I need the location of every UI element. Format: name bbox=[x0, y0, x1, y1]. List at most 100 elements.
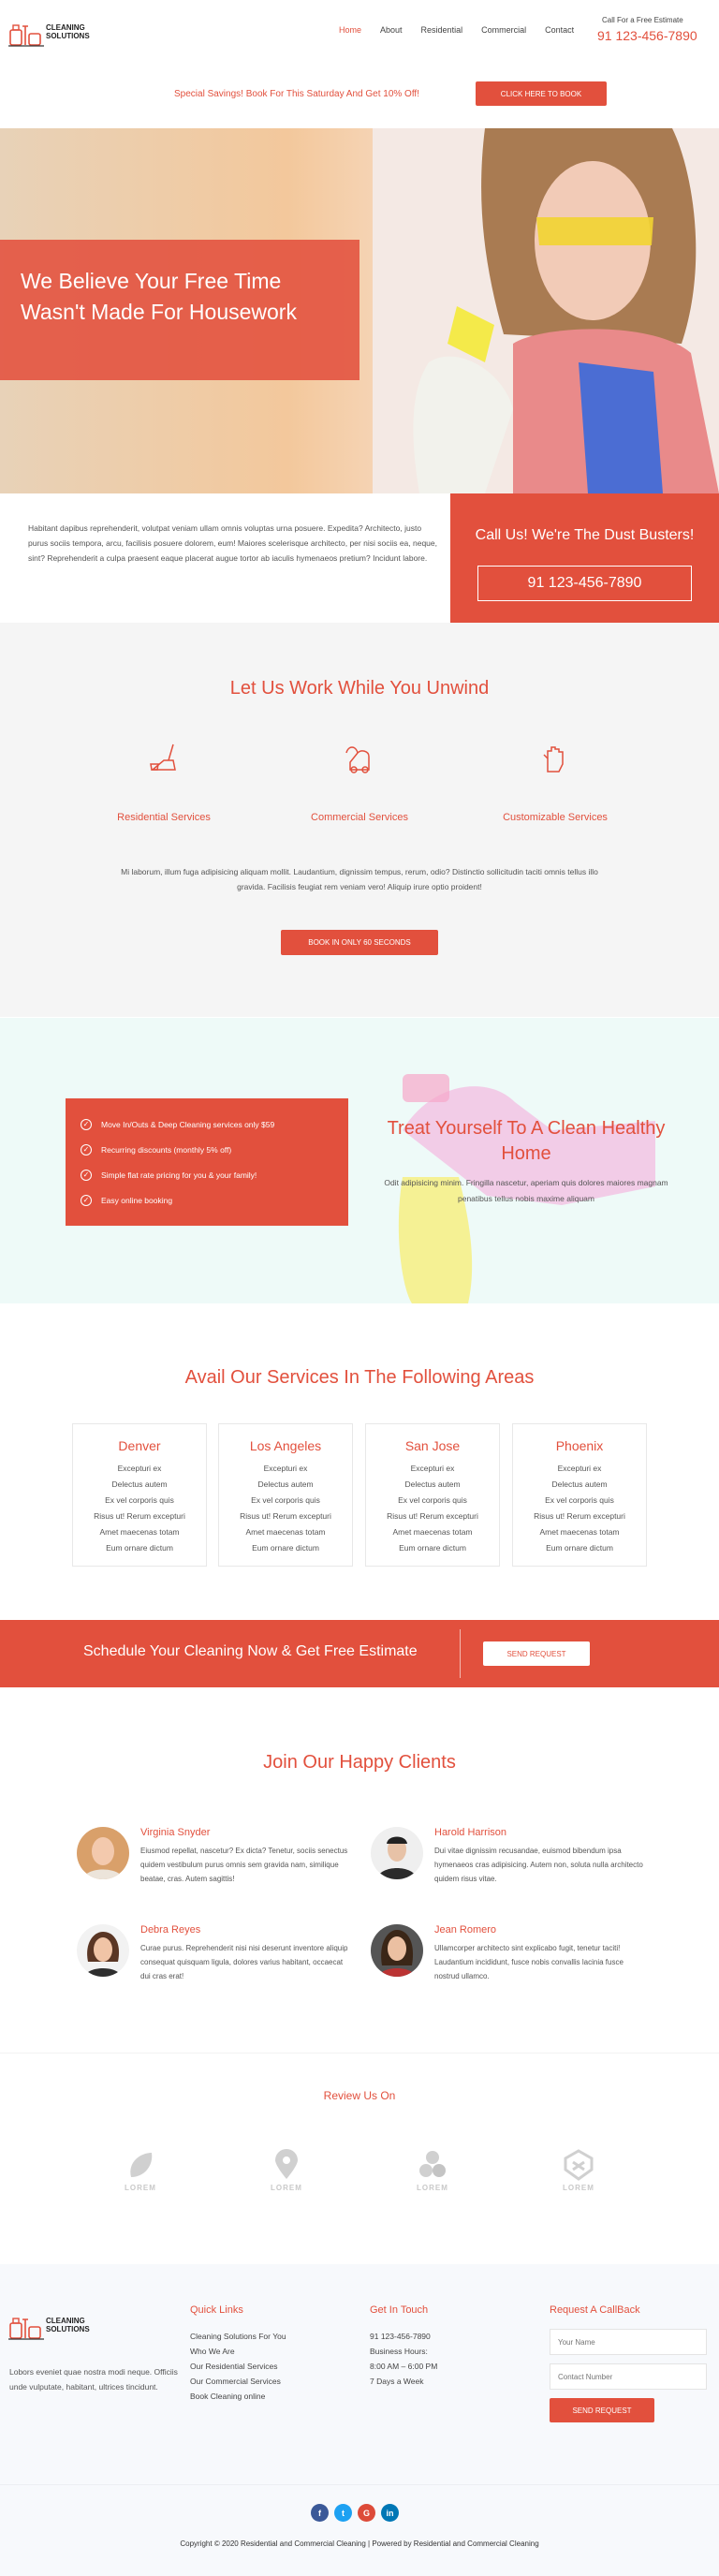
nav-commercial[interactable]: Commercial bbox=[481, 25, 526, 35]
testimonial: Debra Reyes Curae purus. Reprehenderit n… bbox=[77, 1924, 386, 2009]
logo-line-1: CLEANING bbox=[46, 23, 85, 32]
copyright-bar: f t G in Copyright © 2020 Residential an… bbox=[0, 2484, 719, 2576]
customizable-service-label: Customizable Services bbox=[503, 812, 608, 823]
schedule-bar: Schedule Your Cleaning Now & Get Free Es… bbox=[0, 1620, 719, 1687]
footer-link[interactable]: Who We Are bbox=[190, 2344, 286, 2359]
areas-section: Avail Our Services In The Following Area… bbox=[0, 1303, 719, 1620]
area-card-denver: Denver Excepturi ex Delectus autem Ex ve… bbox=[72, 1423, 207, 1567]
footer-about: Lobors eveniet quae nostra modi neque. O… bbox=[9, 2367, 178, 2392]
send-request-button[interactable]: SEND REQUEST bbox=[483, 1641, 590, 1666]
facebook-icon[interactable]: f bbox=[311, 2504, 329, 2522]
review-section: Review Us On LOREM LOREM LOREM LOREM bbox=[0, 2053, 719, 2264]
intro-text: Habitant dapibus reprehenderit, volutpat… bbox=[28, 523, 438, 563]
customizable-service[interactable]: Customizable Services bbox=[462, 740, 649, 823]
review-logo-4[interactable]: LOREM bbox=[550, 2149, 607, 2192]
commercial-service[interactable]: Commercial Services bbox=[266, 740, 453, 823]
area-card-phoenix: Phoenix Excepturi ex Delectus autem Ex v… bbox=[512, 1423, 647, 1567]
footer-link[interactable]: Our Residential Services bbox=[190, 2359, 286, 2374]
residential-service[interactable]: Residential Services bbox=[70, 740, 257, 823]
avatar bbox=[77, 1924, 129, 1977]
check-icon: ✓ bbox=[81, 1118, 92, 1130]
header-phone-link[interactable]: 91 123-456-7890 bbox=[597, 28, 697, 43]
logo-line-2: SOLUTIONS bbox=[46, 32, 90, 40]
promo-bar: Special Savings! Book For This Saturday … bbox=[0, 62, 719, 127]
broom-icon bbox=[150, 743, 176, 771]
benefit-item: ✓ Recurring discounts (monthly 5% off) bbox=[81, 1137, 333, 1162]
treat-title: Treat Yourself To A Clean Healthy Home bbox=[387, 1118, 666, 1164]
footer-phone[interactable]: 91 123-456-7890 bbox=[370, 2329, 437, 2344]
vacuum-icon bbox=[345, 746, 370, 773]
nav-residential[interactable]: Residential bbox=[421, 25, 463, 35]
get-in-touch: Get In Touch 91 123-456-7890 Business Ho… bbox=[370, 2304, 438, 2386]
testimonial-name: Debra Reyes bbox=[140, 1924, 201, 1936]
callback-form: Request A CallBack SEND REQUEST bbox=[550, 2304, 707, 2422]
check-icon: ✓ bbox=[81, 1169, 92, 1181]
shield-logo-icon bbox=[564, 2149, 594, 2181]
testimonial-name: Harold Harrison bbox=[434, 1827, 507, 1838]
testimonial-text: Curae purus. Reprehenderit nisi nisi des… bbox=[140, 1944, 348, 1980]
hero-headline-box: We Believe Your Free Time Wasn't Made Fo… bbox=[0, 240, 360, 380]
avatar bbox=[371, 1827, 423, 1879]
site-footer: CLEANING SOLUTIONS Lobors eveniet quae n… bbox=[0, 2264, 719, 2484]
promo-text: Special Savings! Book For This Saturday … bbox=[174, 89, 419, 99]
city-name: Los Angeles bbox=[249, 1438, 322, 1453]
leaf-logo-icon bbox=[130, 2153, 153, 2177]
services-title: Let Us Work While You Unwind bbox=[229, 678, 490, 699]
nav-about[interactable]: About bbox=[380, 25, 403, 35]
linkedin-icon[interactable]: in bbox=[381, 2504, 399, 2522]
avatar bbox=[77, 1827, 129, 1879]
callback-title: Request A CallBack bbox=[550, 2304, 640, 2316]
location-logo-icon bbox=[275, 2149, 298, 2179]
book-button[interactable]: CLICK HERE TO BOOK bbox=[476, 81, 607, 106]
testimonial: Harold Harrison Dui vitae dignissim recu… bbox=[371, 1827, 680, 1911]
review-title: Review Us On bbox=[323, 2089, 396, 2102]
twitter-icon[interactable]: t bbox=[334, 2504, 352, 2522]
services-text: Mi laborum, illum fuga adipisicing aliqu… bbox=[121, 867, 598, 891]
site-header: CLEANING SOLUTIONS Home About Residentia… bbox=[0, 0, 719, 62]
testimonial-text: Dui vitae dignissim recusandae, euismod … bbox=[434, 1847, 643, 1883]
review-logo-3[interactable]: LOREM bbox=[404, 2149, 461, 2192]
divider bbox=[460, 1629, 461, 1678]
treat-section: ✓ Move In/Outs & Deep Cleaning services o… bbox=[0, 1018, 719, 1303]
benefits-list: ✓ Move In/Outs & Deep Cleaning services o… bbox=[66, 1098, 348, 1226]
main-nav: Home About Residential Commercial Contac… bbox=[339, 25, 574, 35]
nav-contact[interactable]: Contact bbox=[545, 25, 574, 35]
clients-title: Join Our Happy Clients bbox=[263, 1752, 456, 1773]
area-card-los-angeles: Los Angeles Excepturi ex Delectus autem … bbox=[218, 1423, 353, 1567]
check-icon: ✓ bbox=[81, 1194, 92, 1206]
google-plus-icon[interactable]: G bbox=[358, 2504, 375, 2522]
call-box: Call Us! We're The Dust Busters! 91 123-… bbox=[450, 493, 719, 623]
footer-link[interactable]: Cleaning Solutions For You bbox=[190, 2329, 286, 2344]
benefit-item: ✓ Move In/Outs & Deep Cleaning services o… bbox=[81, 1111, 333, 1137]
footer-logo[interactable]: CLEANING SOLUTIONS bbox=[8, 2306, 97, 2342]
book-60-seconds-button[interactable]: BOOK IN ONLY 60 SECONDS bbox=[281, 930, 438, 955]
testimonial-text: Eiusmod repellat, nascetur? Ex dicta? Te… bbox=[140, 1847, 348, 1883]
nav-home[interactable]: Home bbox=[339, 25, 361, 35]
testimonial: Virginia Snyder Eiusmod repellat, nascet… bbox=[77, 1827, 386, 1911]
site-logo[interactable]: CLEANING SOLUTIONS bbox=[8, 13, 97, 49]
avatar bbox=[371, 1924, 423, 1977]
name-input[interactable] bbox=[550, 2329, 707, 2355]
review-logo-1[interactable]: LOREM bbox=[112, 2149, 169, 2192]
footer-link[interactable]: Our Commercial Services bbox=[190, 2374, 286, 2389]
services-section: Let Us Work While You Unwind Residential… bbox=[0, 623, 719, 1017]
review-logo-2[interactable]: LOREM bbox=[258, 2149, 315, 2192]
get-in-touch-title: Get In Touch bbox=[370, 2304, 429, 2316]
contact-number-input[interactable] bbox=[550, 2363, 707, 2390]
hero-headline: We Believe Your Free Time Wasn't Made Fo… bbox=[21, 269, 297, 324]
benefit-item: ✓ Simple flat rate pricing for you & your… bbox=[81, 1162, 333, 1187]
area-card-san-jose: San Jose Excepturi ex Delectus autem Ex … bbox=[365, 1423, 500, 1567]
footer-link[interactable]: Book Cleaning online bbox=[190, 2389, 286, 2404]
call-box-phone-button[interactable]: 91 123-456-7890 bbox=[477, 566, 692, 601]
hero-cleaner-image bbox=[373, 128, 719, 493]
testimonial-name: Jean Romero bbox=[434, 1924, 497, 1936]
glove-icon bbox=[543, 746, 564, 773]
hero-banner: We Believe Your Free Time Wasn't Made Fo… bbox=[0, 128, 719, 493]
schedule-text: Schedule Your Cleaning Now & Get Free Es… bbox=[83, 1643, 418, 1659]
commercial-service-label: Commercial Services bbox=[311, 812, 408, 823]
treat-text: Odit adipisicing minim. Fringilla nascet… bbox=[384, 1178, 668, 1203]
city-name: Denver bbox=[118, 1438, 161, 1453]
callback-send-button[interactable]: SEND REQUEST bbox=[550, 2398, 654, 2422]
testimonial-name: Virginia Snyder bbox=[140, 1827, 211, 1838]
residential-service-label: Residential Services bbox=[117, 812, 211, 823]
